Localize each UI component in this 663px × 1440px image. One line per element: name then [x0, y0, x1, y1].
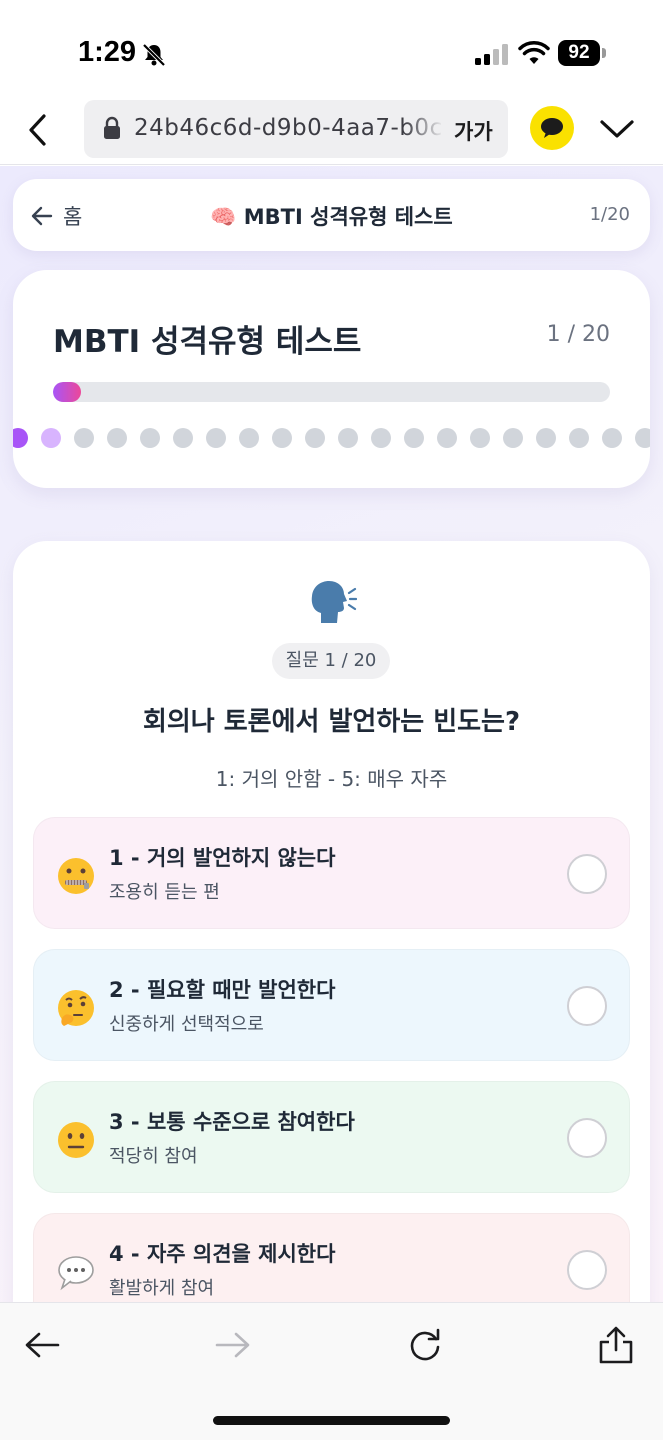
- question-dot: [371, 428, 391, 448]
- question-dot: [239, 428, 259, 448]
- home-indicator: [213, 1416, 450, 1425]
- status-bar: 1:29 92: [0, 0, 663, 100]
- option-title: 2 - 필요할 때만 발언한다: [109, 978, 336, 1002]
- option-description: 활발하게 참여: [109, 1278, 215, 1299]
- progress-card: MBTI 성격유형 테스트 1 / 20: [13, 270, 650, 488]
- question-dot: [404, 428, 424, 448]
- question-dot: [206, 428, 226, 448]
- progress-bar-fill: [53, 382, 81, 402]
- question-dot: [635, 428, 650, 448]
- question-badge: 질문 1 / 20: [272, 643, 390, 679]
- scale-hint: 1: 거의 안함 - 5: 매우 자주: [215, 767, 448, 791]
- chat-bubble-icon: [541, 118, 563, 138]
- option-title: 3 - 보통 수준으로 참여한다: [109, 1110, 355, 1134]
- progress-count: 1 / 20: [546, 322, 610, 347]
- nav-title: 🧠 MBTI 성격유형 테스트: [210, 205, 453, 229]
- question-dot: [602, 428, 622, 448]
- question-dot: [536, 428, 556, 448]
- question-dot: [569, 428, 589, 448]
- option-radio[interactable]: [567, 1118, 607, 1158]
- neutral-face-icon: [58, 1122, 94, 1158]
- answer-option-3[interactable]: 3 - 보통 수준으로 참여한다 적당히 참여: [33, 1081, 630, 1193]
- bell-muted-icon: [142, 43, 166, 67]
- answer-option-1[interactable]: 1 - 거의 발언하지 않는다 조용히 듣는 편: [33, 817, 630, 929]
- speech-balloon-icon: [58, 1256, 94, 1291]
- question-dot: [437, 428, 457, 448]
- thinking-face-icon: [58, 990, 94, 1026]
- question-dot: [140, 428, 160, 448]
- question-dot: [107, 428, 127, 448]
- question-dot: [503, 428, 523, 448]
- nav-progress: 1/20: [589, 204, 630, 225]
- browser-back-icon[interactable]: [22, 110, 54, 150]
- question-dot: [74, 428, 94, 448]
- question-dot: [13, 428, 28, 448]
- zipper-mouth-face-icon: [58, 858, 94, 894]
- question-dot: [173, 428, 193, 448]
- question-dot: [470, 428, 490, 448]
- question-dot: [338, 428, 358, 448]
- progress-bar: [53, 382, 610, 402]
- lock-icon: [104, 116, 120, 139]
- option-description: 적당히 참여: [109, 1146, 198, 1167]
- option-description: 신중하게 선택적으로: [109, 1014, 264, 1035]
- browser-url-row: 24b46c6d-d9b0-4aa7-b0c 가가: [0, 100, 663, 165]
- speaking-head-icon: [13, 579, 650, 635]
- option-radio[interactable]: [567, 1250, 607, 1290]
- kakao-talk-button[interactable]: [530, 106, 574, 150]
- web-page: 홈 🧠 MBTI 성격유형 테스트 1/20 MBTI 성격유형 테스트 1 /…: [0, 166, 663, 1302]
- progress-title: MBTI 성격유형 테스트: [53, 324, 362, 360]
- answer-option-4[interactable]: 4 - 자주 의견을 제시한다 활발하게 참여: [33, 1213, 630, 1302]
- answer-option-2[interactable]: 2 - 필요할 때만 발언한다 신중하게 선택적으로: [33, 949, 630, 1061]
- battery-tip: [602, 48, 606, 58]
- option-radio[interactable]: [567, 986, 607, 1026]
- url-fade: [404, 108, 444, 148]
- question-card: 질문 1 / 20 회의나 토론에서 발언하는 빈도는? 1: 거의 안함 - …: [13, 541, 650, 1302]
- question-dots: [13, 428, 650, 450]
- text-size-button[interactable]: 가가: [454, 116, 493, 146]
- top-nav: 홈 🧠 MBTI 성격유형 테스트 1/20: [13, 179, 650, 251]
- option-title: 1 - 거의 발언하지 않는다: [109, 846, 336, 870]
- question-dot: [272, 428, 292, 448]
- share-icon[interactable]: [596, 1325, 636, 1365]
- forward-arrow-icon[interactable]: [213, 1325, 253, 1365]
- address-bar[interactable]: 24b46c6d-d9b0-4aa7-b0c 가가: [84, 100, 508, 158]
- battery-indicator: 92: [558, 40, 600, 66]
- url-text: 24b46c6d-d9b0-4aa7-b0c: [134, 115, 443, 141]
- cellular-signal-icon: [475, 44, 508, 65]
- option-description: 조용히 듣는 편: [109, 882, 220, 903]
- back-arrow-icon[interactable]: [22, 1325, 62, 1365]
- wifi-icon: [518, 41, 550, 64]
- chevron-down-icon[interactable]: [598, 114, 636, 144]
- option-radio[interactable]: [567, 854, 607, 894]
- question-dot: [41, 428, 61, 448]
- option-title: 4 - 자주 의견을 제시한다: [109, 1242, 336, 1266]
- status-time: 1:29: [78, 36, 137, 68]
- reload-icon[interactable]: [405, 1325, 445, 1365]
- question-dot: [305, 428, 325, 448]
- question-text: 회의나 토론에서 발언하는 빈도는?: [142, 707, 521, 737]
